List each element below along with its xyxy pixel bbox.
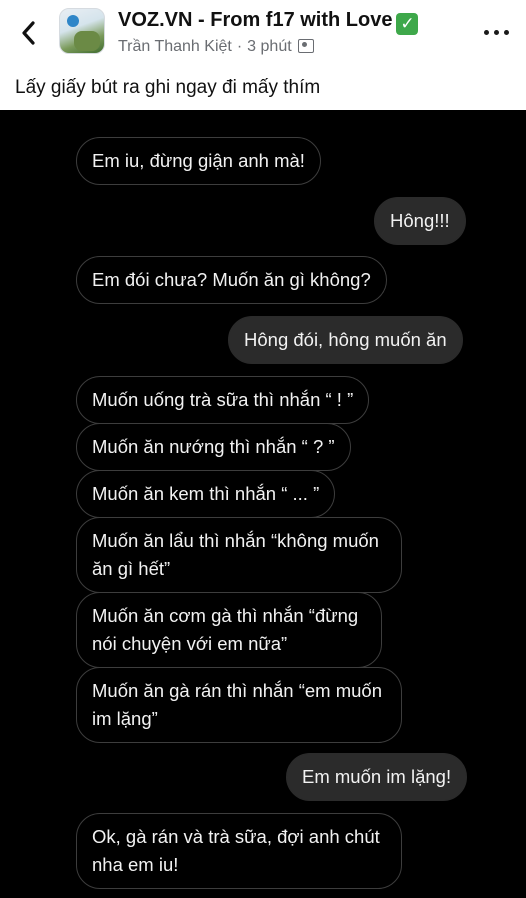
post-header: VOZ.VN - From f17 with Love ✓ Trần Thanh … (0, 0, 526, 68)
chat-bubble-left: Muốn ăn kem thì nhắn “ ... ” (76, 470, 336, 518)
chat-bubble-left: Muốn ăn lẩu thì nhắn “không muốn ăn gì h… (76, 517, 402, 593)
ellipsis-icon (484, 30, 489, 35)
ellipsis-icon (494, 30, 499, 35)
post-meta: Trần Thanh Kiệt · 3 phút (118, 38, 314, 56)
meta-separator: · (236, 38, 243, 55)
group-title[interactable]: VOZ.VN - From f17 with Love ✓ (118, 9, 419, 35)
chat-bubble-left: Ok, gà rán và trà sữa, đợi anh chút nha … (76, 813, 402, 889)
chat-bubble-line: nói chuyện với em nữa” (92, 633, 288, 654)
group-logo (67, 15, 79, 27)
chat-bubble-right: Em muốn im lặng! (286, 753, 468, 801)
chat-bubble-line: Muốn ăn gà rán thì nhắn “em muốn (92, 680, 383, 701)
chat-bubble-right: Hông!!! (374, 197, 466, 245)
author-name[interactable]: Trần Thanh Kiệt (118, 38, 232, 55)
chat-bubble-left: Muốn uống trà sữa thì nhắn “ ! ” (76, 376, 370, 424)
chat-bubble-line: Ok, gà rán và trà sữa, đợi anh chút (92, 826, 380, 847)
post-time[interactable]: 3 phút (247, 38, 291, 55)
chat-bubble-line: nha em iu! (92, 854, 179, 875)
chat-bubble-line: Muốn ăn cơm gà thì nhắn “đừng (92, 605, 359, 626)
chat-bubble-left: Muốn ăn nướng thì nhắn “ ? ” (76, 423, 351, 471)
group-avatar[interactable] (59, 8, 105, 54)
avatar-image (74, 31, 100, 51)
verified-check-icon: ✓ (396, 13, 419, 35)
chat-bubble-left: Em đói chưa? Muốn ăn gì không? (76, 256, 387, 304)
post-caption: Lấy giấy bút ra ghi ngay đi mấy thím (15, 77, 321, 98)
chat-bubble-left: Muốn ăn cơm gà thì nhắn “đừng nói chuyện… (76, 592, 382, 668)
chevron-left-icon (22, 21, 35, 45)
back-button[interactable] (16, 18, 42, 48)
chat-bubble-left: Muốn ăn gà rán thì nhắn “em muốn im lặng… (76, 667, 402, 743)
more-options-button[interactable] (484, 22, 510, 42)
group-icon (297, 39, 314, 53)
chat-screenshot[interactable]: Em iu, đừng giận anh mà! Hông!!! Em đói … (0, 110, 526, 898)
chat-bubble-left: Em iu, đừng giận anh mà! (76, 137, 321, 185)
chat-bubble-line: Muốn ăn lẩu thì nhắn “không muốn (92, 530, 379, 551)
chat-bubble-line: im lặng” (92, 708, 158, 729)
ellipsis-icon (504, 30, 509, 35)
chat-bubble-line: ăn gì hết” (92, 558, 171, 579)
chat-bubble-right: Hông đói, hông muốn ăn (228, 316, 463, 364)
group-name: VOZ.VN - From f17 with Love (118, 9, 393, 31)
